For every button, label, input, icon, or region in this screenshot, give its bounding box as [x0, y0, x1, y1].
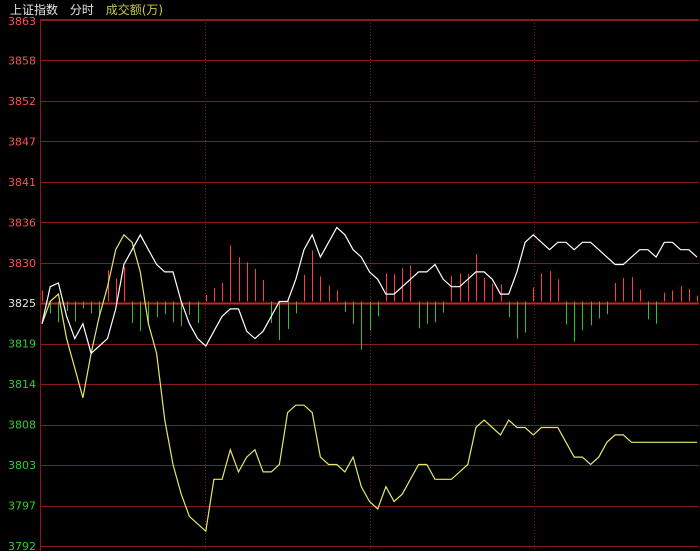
- volume-label: 成交额(万): [105, 3, 164, 17]
- chart-background: [0, 0, 700, 551]
- y-tick-label: 3792: [8, 540, 36, 551]
- y-tick-label: 3836: [8, 216, 36, 229]
- y-tick-label: 3841: [8, 176, 36, 189]
- y-tick-label: 3858: [8, 54, 36, 67]
- y-tick-label: 3847: [8, 135, 36, 148]
- y-tick-label: 3825: [8, 297, 36, 310]
- y-tick-label: 3803: [8, 459, 36, 472]
- y-tick-label: 3830: [8, 257, 36, 270]
- y-tick-label: 3814: [8, 378, 36, 391]
- chart-header: 上证指数 分时 成交额(万): [10, 2, 171, 18]
- y-tick-label: 3808: [8, 419, 36, 432]
- index-name: 上证指数: [10, 3, 59, 17]
- chart-mode-label: 分时: [69, 3, 94, 17]
- y-tick-label: 3852: [8, 95, 36, 108]
- y-tick-label: 3819: [8, 338, 36, 351]
- y-tick-label: 3797: [8, 500, 36, 513]
- intraday-chart[interactable]: 3863385838523847384138363830382538193814…: [0, 0, 700, 551]
